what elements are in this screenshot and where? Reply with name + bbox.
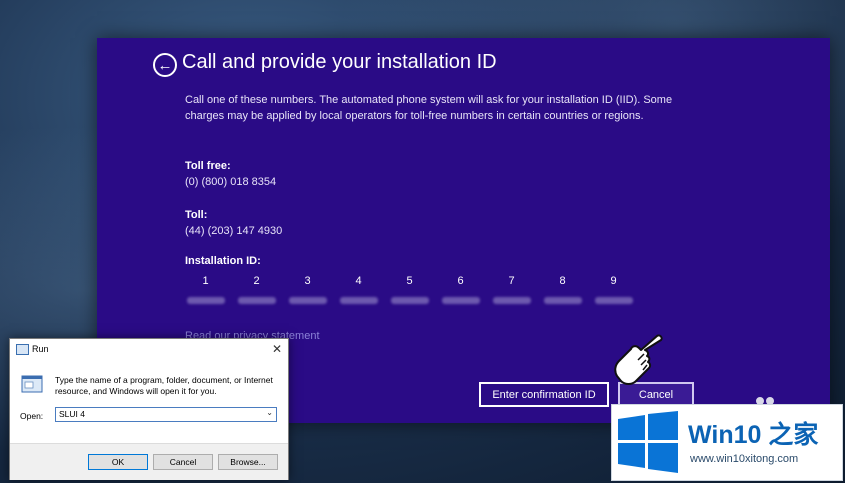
chevron-down-icon[interactable]: ⌄ bbox=[266, 408, 273, 417]
run-button-bar: OK Cancel Browse... bbox=[10, 443, 288, 480]
run-dialog: Run ✕ Type the name of a program, folder… bbox=[9, 338, 289, 480]
iid-column-number: 5 bbox=[406, 275, 413, 287]
iid-column-number: 7 bbox=[508, 275, 515, 287]
iid-blurred-value bbox=[390, 297, 429, 304]
toll-number: (44) (203) 147 4930 bbox=[185, 225, 283, 237]
page-title: Call and provide your installation ID bbox=[182, 51, 497, 73]
run-titlebar[interactable]: Run ✕ bbox=[10, 339, 288, 361]
run-title: Run bbox=[32, 344, 49, 354]
iid-column-number: 8 bbox=[559, 275, 566, 287]
iid-column-number: 6 bbox=[457, 275, 464, 287]
iid-column-number: 1 bbox=[202, 275, 209, 287]
run-app-icon bbox=[16, 344, 29, 355]
back-button[interactable]: ← bbox=[153, 53, 177, 77]
iid-blurred-value bbox=[186, 297, 225, 304]
iid-blurred-value bbox=[237, 297, 276, 304]
installation-id-grid: 1 2 3 4 5 6 7 8 9 bbox=[180, 275, 650, 304]
iid-column: 9 bbox=[588, 275, 639, 304]
enter-confirmation-id-button[interactable]: Enter confirmation ID bbox=[479, 382, 609, 407]
iid-column: 1 bbox=[180, 275, 231, 304]
browse-button[interactable]: Browse... bbox=[218, 454, 278, 470]
iid-column: 7 bbox=[486, 275, 537, 304]
hand-pointer-icon bbox=[614, 334, 663, 385]
open-label: Open: bbox=[20, 411, 44, 421]
iid-column: 2 bbox=[231, 275, 282, 304]
watermark: Win10 之家 www.win10xitong.com bbox=[611, 404, 843, 481]
windows-logo-icon bbox=[618, 411, 678, 473]
open-input-value: SLUI 4 bbox=[59, 409, 85, 419]
iid-blurred-value bbox=[441, 297, 480, 304]
iid-column-number: 2 bbox=[253, 275, 260, 287]
toll-free-label: Toll free: bbox=[185, 160, 231, 172]
iid-column-number: 9 bbox=[610, 275, 617, 287]
close-icon[interactable]: ✕ bbox=[272, 342, 282, 356]
iid-column: 3 bbox=[282, 275, 333, 304]
iid-column: 5 bbox=[384, 275, 435, 304]
intro-text: Call one of these numbers. The automated… bbox=[185, 94, 673, 122]
iid-column: 8 bbox=[537, 275, 588, 304]
ok-button[interactable]: OK bbox=[88, 454, 148, 470]
iid-blurred-value bbox=[543, 297, 582, 304]
iid-column-number: 4 bbox=[355, 275, 362, 287]
back-arrow-icon: ← bbox=[157, 56, 173, 74]
open-input[interactable]: SLUI 4 ⌄ bbox=[55, 407, 277, 422]
run-cancel-button[interactable]: Cancel bbox=[153, 454, 213, 470]
run-program-icon bbox=[21, 375, 43, 393]
iid-column-number: 3 bbox=[304, 275, 311, 287]
toll-free-number: (0) (800) 018 8354 bbox=[185, 176, 277, 188]
installation-id-label: Installation ID: bbox=[185, 255, 261, 267]
iid-blurred-value bbox=[339, 297, 378, 304]
iid-blurred-value bbox=[492, 297, 531, 304]
watermark-title: Win10 之家 bbox=[688, 421, 819, 449]
run-description: Type the name of a program, folder, docu… bbox=[55, 375, 273, 396]
iid-blurred-value bbox=[594, 297, 633, 304]
watermark-url: www.win10xitong.com bbox=[690, 453, 799, 465]
toll-label: Toll: bbox=[185, 209, 208, 221]
iid-blurred-value bbox=[288, 297, 327, 304]
iid-column: 4 bbox=[333, 275, 384, 304]
iid-column: 6 bbox=[435, 275, 486, 304]
